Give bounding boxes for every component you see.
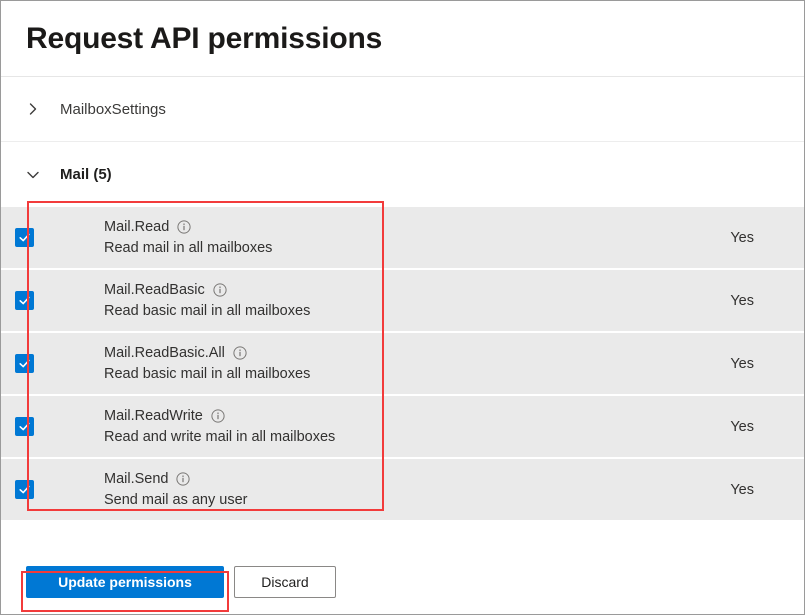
permission-name-line: Mail.ReadWrite	[104, 407, 649, 425]
admin-consent-value: Yes	[649, 396, 804, 457]
permission-group-label: Mail (5)	[60, 166, 112, 183]
permission-group-label: MailboxSettings	[60, 101, 166, 118]
table-row[interactable]: Mail.ReadBasic.All Read basic mail in al…	[1, 333, 804, 396]
info-icon[interactable]	[233, 346, 247, 360]
permission-name-line: Mail.Send	[104, 470, 649, 488]
table-row[interactable]: Mail.Send Send mail as any user Yes	[1, 459, 804, 520]
info-icon[interactable]	[213, 283, 227, 297]
chevron-right-icon	[26, 94, 56, 124]
permission-name: Mail.ReadBasic.All	[104, 344, 225, 362]
permission-description: Read and write mail in all mailboxes	[104, 428, 649, 446]
permission-details: Mail.Read Read mail in all mailboxes	[34, 207, 649, 268]
discard-button[interactable]: Discard	[234, 566, 336, 598]
admin-consent-value: Yes	[649, 207, 804, 268]
permission-checkbox-cell	[1, 207, 34, 268]
info-icon[interactable]	[177, 220, 191, 234]
admin-consent-value: Yes	[649, 459, 804, 520]
permission-description: Read basic mail in all mailboxes	[104, 302, 649, 320]
permission-details: Mail.ReadBasic Read basic mail in all ma…	[34, 270, 649, 331]
update-permissions-button[interactable]: Update permissions	[26, 566, 224, 598]
permission-details: Mail.ReadBasic.All Read basic mail in al…	[34, 333, 649, 394]
permission-checkbox-cell	[1, 396, 34, 457]
checkbox-checked-icon[interactable]	[15, 480, 34, 499]
permission-description: Read mail in all mailboxes	[104, 239, 649, 257]
request-api-permissions-panel: Request API permissions MailboxSettings …	[0, 0, 805, 615]
permission-name: Mail.Send	[104, 470, 168, 488]
permission-group-mail[interactable]: Mail (5)	[1, 142, 804, 207]
permission-list: Mail.Read Read mail in all mailboxes Yes	[1, 207, 804, 520]
permission-details: Mail.Send Send mail as any user	[34, 459, 649, 520]
checkbox-checked-icon[interactable]	[15, 417, 34, 436]
permission-checkbox-cell	[1, 333, 34, 394]
panel-header: Request API permissions	[1, 1, 804, 77]
checkbox-checked-icon[interactable]	[15, 354, 34, 373]
chevron-down-icon	[26, 160, 56, 190]
info-icon[interactable]	[211, 409, 225, 423]
page-title: Request API permissions	[26, 22, 382, 55]
permission-checkbox-cell	[1, 270, 34, 331]
admin-consent-value: Yes	[649, 270, 804, 331]
panel-footer: Update permissions Discard	[1, 549, 804, 614]
permission-name: Mail.Read	[104, 218, 169, 236]
checkbox-checked-icon[interactable]	[15, 291, 34, 310]
permission-description: Read basic mail in all mailboxes	[104, 365, 649, 383]
permission-name: Mail.ReadWrite	[104, 407, 203, 425]
permission-name-line: Mail.Read	[104, 218, 649, 236]
permission-name-line: Mail.ReadBasic.All	[104, 344, 649, 362]
permission-description: Send mail as any user	[104, 491, 649, 509]
table-row[interactable]: Mail.ReadWrite Read and write mail in al…	[1, 396, 804, 459]
info-icon[interactable]	[176, 472, 190, 486]
permission-group-mailboxsettings[interactable]: MailboxSettings	[1, 77, 804, 142]
permission-name-line: Mail.ReadBasic	[104, 281, 649, 299]
checkbox-checked-icon[interactable]	[15, 228, 34, 247]
admin-consent-value: Yes	[649, 333, 804, 394]
table-row[interactable]: Mail.Read Read mail in all mailboxes Yes	[1, 207, 804, 270]
table-row[interactable]: Mail.ReadBasic Read basic mail in all ma…	[1, 270, 804, 333]
permission-checkbox-cell	[1, 459, 34, 520]
permission-details: Mail.ReadWrite Read and write mail in al…	[34, 396, 649, 457]
permission-name: Mail.ReadBasic	[104, 281, 205, 299]
